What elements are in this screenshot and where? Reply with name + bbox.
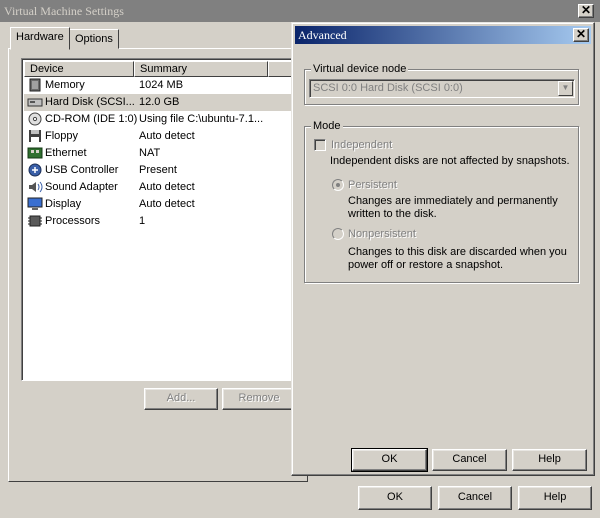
cancel-button-label: Cancel [457, 491, 493, 503]
persistent-label: Persistent [348, 179, 397, 191]
nonpersistent-label: Nonpersistent [348, 228, 416, 240]
device-row-sound[interactable]: Sound Adapter Auto detect [24, 179, 300, 196]
device-summary: Auto detect [139, 130, 195, 142]
cancel-button[interactable]: Cancel [438, 486, 512, 510]
device-summary: NAT [139, 147, 161, 159]
device-row-memory[interactable]: Memory 1024 MB [24, 77, 300, 94]
virtual-device-node-select[interactable]: SCSI 0:0 Hard Disk (SCSI 0:0) ▼ [309, 79, 575, 98]
dialog-ok-button[interactable]: OK [352, 449, 427, 471]
floppy-icon [29, 130, 41, 142]
dialog-cancel-button-label: Cancel [452, 453, 487, 465]
device-row-floppy[interactable]: Floppy Auto detect [24, 128, 300, 145]
device-name: Ethernet [45, 147, 87, 159]
close-icon: ✕ [575, 27, 587, 41]
device-row-ethernet[interactable]: Ethernet NAT [24, 145, 300, 162]
nonpersistent-description-line-1: Changes to this disk are discarded when … [348, 246, 567, 258]
device-summary: Present [139, 164, 177, 176]
window-title-bar[interactable]: Virtual Machine Settings [0, 0, 600, 22]
device-summary: Auto detect [139, 181, 195, 193]
ok-button[interactable]: OK [358, 486, 432, 510]
device-name: Processors [45, 215, 101, 227]
tab-hardware[interactable]: Hardware [10, 27, 70, 50]
device-name: Memory [45, 79, 85, 91]
close-icon: ✕ [580, 3, 592, 17]
hard-disk-icon [27, 98, 43, 107]
device-name: Hard Disk (SCSI... [45, 96, 135, 108]
device-name: USB Controller [45, 164, 119, 176]
add-device-button[interactable]: Add... [144, 388, 218, 410]
dialog-help-button-label: Help [538, 453, 561, 465]
independent-description: Independent disks are not affected by sn… [330, 155, 570, 167]
remove-device-button-label: Remove [238, 392, 280, 404]
nonpersistent-radio[interactable] [332, 228, 344, 240]
device-name: CD-ROM (IDE 1:0) [45, 113, 137, 125]
device-summary: 12.0 GB [139, 96, 180, 108]
device-name: Display [45, 198, 82, 210]
advanced-dialog: Advanced ✕ Virtual device node SCSI 0:0 … [291, 22, 595, 476]
chevron-down-icon: ▼ [558, 81, 573, 96]
tab-options-label: Options [75, 33, 113, 45]
device-summary: 1 [139, 215, 146, 227]
persistent-description-line-1: Changes are immediately and permanently [348, 195, 558, 207]
dialog-cancel-button[interactable]: Cancel [432, 449, 507, 471]
ok-button-label: OK [387, 491, 403, 503]
sound-icon [29, 181, 43, 193]
dialog-title: Advanced [298, 28, 347, 42]
independent-checkbox[interactable] [314, 139, 326, 151]
device-summary: 1024 MB [139, 79, 184, 91]
help-button-label: Help [543, 491, 567, 503]
column-header-device[interactable]: Device [24, 61, 134, 77]
window-title: Virtual Machine Settings [4, 4, 124, 18]
add-device-button-label: Add... [166, 392, 196, 404]
device-summary: Auto detect [139, 198, 195, 210]
mode-group-label: Mode [311, 120, 343, 132]
window-close-button[interactable]: ✕ [578, 4, 594, 18]
usb-icon [28, 163, 42, 177]
independent-label: Independent [331, 139, 393, 151]
remove-device-button[interactable]: Remove [222, 388, 296, 410]
device-name: Sound Adapter [45, 181, 118, 193]
device-summary: Using file C:\ubuntu-7.1... [139, 113, 264, 125]
dialog-ok-button-label: OK [381, 453, 398, 465]
nonpersistent-description-line-2: power off or restore a snapshot. [348, 259, 504, 271]
ethernet-icon [27, 147, 43, 159]
tab-hardware-label: Hardware [16, 31, 64, 43]
device-list[interactable]: Device Summary Memory 1024 MB Hard Disk … [21, 58, 301, 381]
column-header-summary-label: Summary [140, 63, 188, 75]
dialog-title-bar[interactable]: Advanced [295, 26, 591, 44]
column-header-device-label: Device [30, 63, 64, 75]
display-icon [27, 197, 43, 210]
virtual-device-node-value: SCSI 0:0 Hard Disk (SCSI 0:0) [313, 82, 463, 94]
device-row-cd-rom[interactable]: CD-ROM (IDE 1:0) Using file C:\ubuntu-7.… [24, 111, 300, 128]
device-row-hard-disk[interactable]: Hard Disk (SCSI... 12.0 GB [24, 94, 300, 111]
device-name: Floppy [45, 130, 79, 142]
device-row-processors[interactable]: Processors 1 [24, 213, 300, 230]
cd-rom-icon [28, 112, 42, 126]
dialog-close-button[interactable]: ✕ [573, 28, 589, 42]
persistent-description-line-2: written to the disk. [348, 208, 437, 220]
column-header-summary[interactable]: Summary [134, 61, 268, 77]
device-row-usb[interactable]: USB Controller Present [24, 162, 300, 179]
processor-icon [28, 215, 42, 227]
virtual-device-node-label: Virtual device node [311, 63, 409, 75]
persistent-radio[interactable] [332, 179, 344, 191]
memory-icon [29, 78, 41, 92]
device-row-display[interactable]: Display Auto detect [24, 196, 300, 213]
help-button[interactable]: Help [518, 486, 592, 510]
dialog-help-button[interactable]: Help [512, 449, 587, 471]
tab-options[interactable]: Options [69, 29, 119, 49]
